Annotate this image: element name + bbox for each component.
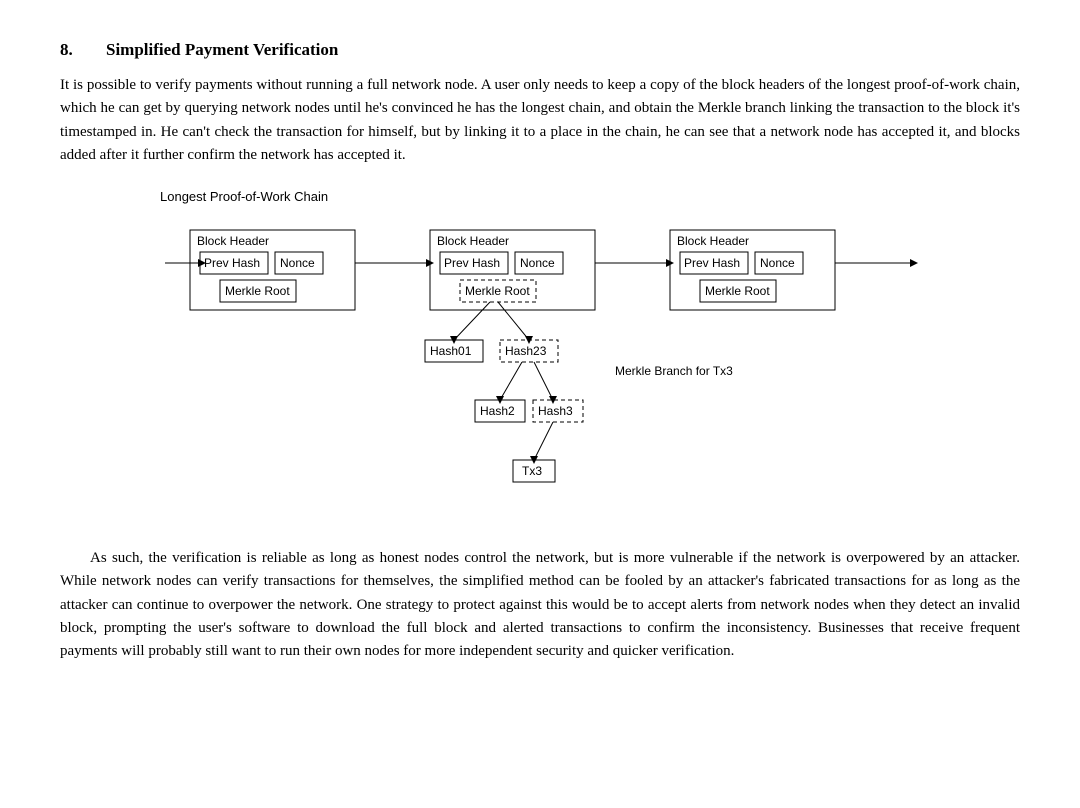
diagram-area: Longest Proof-of-Work Chain Block Header… bbox=[160, 189, 920, 525]
section-heading: 8. Simplified Payment Verification bbox=[60, 40, 1020, 60]
svg-text:Merkle Root: Merkle Root bbox=[225, 284, 290, 298]
svg-text:Merkle Root: Merkle Root bbox=[465, 284, 530, 298]
svg-text:Tx3: Tx3 bbox=[522, 464, 542, 478]
svg-text:Prev Hash: Prev Hash bbox=[204, 256, 260, 270]
section-title-text: Simplified Payment Verification bbox=[106, 40, 338, 60]
svg-text:Merkle Branch for Tx3: Merkle Branch for Tx3 bbox=[615, 364, 733, 378]
blockchain-diagram: Block Header Prev Hash Nonce Merkle Root… bbox=[160, 210, 920, 520]
svg-text:Nonce: Nonce bbox=[760, 256, 795, 270]
chain-label: Longest Proof-of-Work Chain bbox=[160, 189, 920, 204]
intro-paragraph: It is possible to verify payments withou… bbox=[60, 74, 1020, 167]
svg-text:Prev Hash: Prev Hash bbox=[444, 256, 500, 270]
svg-text:Block Header: Block Header bbox=[437, 234, 509, 248]
svg-text:Merkle Root: Merkle Root bbox=[705, 284, 770, 298]
closing-paragraph: As such, the verification is reliable as… bbox=[60, 547, 1020, 663]
section-number: 8. bbox=[60, 40, 88, 60]
svg-text:Hash2: Hash2 bbox=[480, 404, 515, 418]
svg-text:Hash01: Hash01 bbox=[430, 344, 472, 358]
svg-text:Nonce: Nonce bbox=[520, 256, 555, 270]
svg-text:Nonce: Nonce bbox=[280, 256, 315, 270]
svg-text:Hash3: Hash3 bbox=[538, 404, 573, 418]
svg-text:Prev Hash: Prev Hash bbox=[684, 256, 740, 270]
svg-text:Block Header: Block Header bbox=[677, 234, 749, 248]
svg-text:Block Header: Block Header bbox=[197, 234, 269, 248]
svg-text:Hash23: Hash23 bbox=[505, 344, 547, 358]
